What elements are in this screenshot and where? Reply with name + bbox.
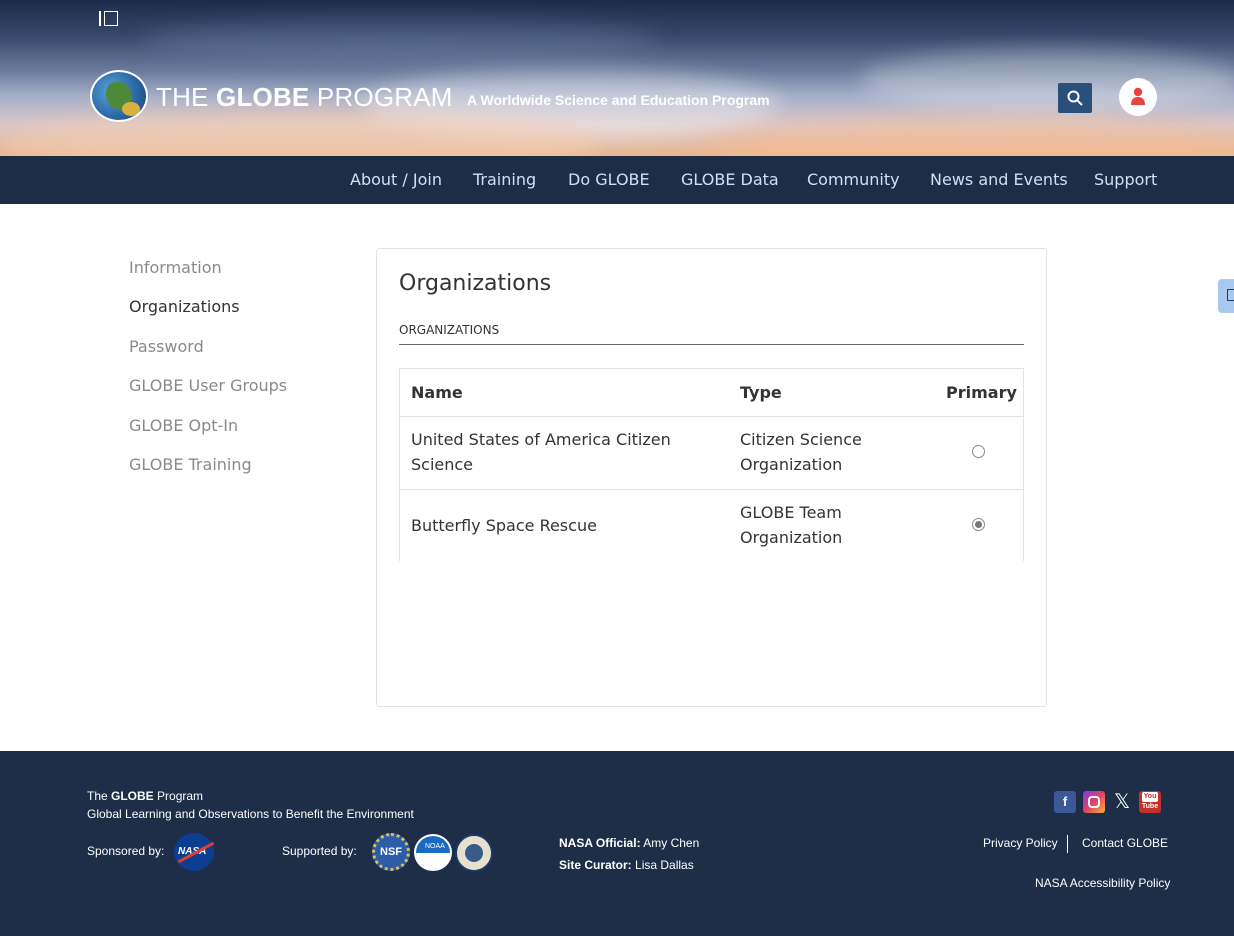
sidebar-item-opt-in[interactable]: GLOBE Opt-In bbox=[129, 416, 238, 435]
nav-about-join[interactable]: About / Join bbox=[350, 170, 442, 189]
nasa-accessibility-link[interactable]: NASA Accessibility Policy bbox=[1035, 876, 1170, 890]
search-icon bbox=[1067, 90, 1083, 106]
nav-news-events[interactable]: News and Events bbox=[930, 170, 1068, 189]
footer-link-separator bbox=[1067, 835, 1068, 853]
sidebar-item-organizations[interactable]: Organizations bbox=[129, 297, 240, 316]
table-row: United States of America Citizen Science … bbox=[400, 417, 1023, 490]
header-banner: THE GLOBE PROGRAM A Worldwide Science an… bbox=[0, 0, 1234, 156]
section-label: ORGANIZATIONS bbox=[399, 323, 500, 337]
feedback-tab[interactable] bbox=[1218, 279, 1234, 313]
contact-globe-link[interactable]: Contact GLOBE bbox=[1082, 836, 1168, 850]
supported-label: Supported by: bbox=[282, 844, 357, 858]
privacy-policy-link[interactable]: Privacy Policy bbox=[983, 836, 1058, 850]
state-department-seal[interactable] bbox=[455, 834, 493, 872]
org-name: Butterfly Space Rescue bbox=[411, 516, 597, 535]
user-account-button[interactable] bbox=[1119, 78, 1157, 116]
facebook-icon[interactable]: f bbox=[1054, 791, 1076, 813]
nav-do-globe[interactable]: Do GLOBE bbox=[568, 170, 650, 189]
column-header-type: Type bbox=[740, 383, 782, 402]
nav-training[interactable]: Training bbox=[473, 170, 536, 189]
site-curator: Site Curator: Lisa Dallas bbox=[559, 858, 694, 872]
org-type: GLOBE Team Organization bbox=[740, 503, 843, 547]
noaa-logo[interactable]: NOAA bbox=[414, 834, 452, 871]
globe-logo[interactable] bbox=[90, 70, 148, 122]
primary-radio[interactable] bbox=[972, 445, 985, 458]
table-row: Butterfly Space Rescue GLOBE Team Organiz… bbox=[400, 490, 1023, 561]
table-header-row: Name Type Primary bbox=[400, 369, 1023, 417]
tagline: A Worldwide Science and Education Progra… bbox=[467, 92, 770, 108]
primary-radio-selected[interactable] bbox=[972, 518, 985, 531]
column-header-primary: Primary bbox=[946, 383, 1017, 402]
nasa-official: NASA Official: Amy Chen bbox=[559, 836, 700, 850]
instagram-icon[interactable] bbox=[1083, 791, 1105, 813]
sidebar-item-information[interactable]: Information bbox=[129, 258, 222, 277]
column-header-name: Name bbox=[411, 383, 463, 402]
skip-link-icon[interactable] bbox=[99, 10, 119, 28]
sidebar-item-user-groups[interactable]: GLOBE User Groups bbox=[129, 376, 287, 395]
x-icon[interactable]: 𝕏 bbox=[1111, 791, 1133, 813]
footer-program-name: The GLOBE Program bbox=[87, 789, 204, 803]
nasa-logo[interactable]: NASA bbox=[174, 833, 215, 871]
page-title: Organizations bbox=[399, 271, 552, 296]
main-nav: About / Join Training Do GLOBE GLOBE Dat… bbox=[0, 156, 1234, 204]
sidebar-item-training[interactable]: GLOBE Training bbox=[129, 455, 252, 474]
org-type: Citizen Science Organization bbox=[740, 430, 862, 474]
brand-title[interactable]: THE GLOBE PROGRAM bbox=[156, 82, 453, 113]
nav-globe-data[interactable]: GLOBE Data bbox=[681, 170, 779, 189]
user-icon bbox=[1131, 87, 1145, 105]
site-footer: The GLOBE Program Global Learning and Ob… bbox=[0, 751, 1234, 936]
footer-subtitle: Global Learning and Observations to Bene… bbox=[87, 807, 414, 821]
section-divider bbox=[399, 344, 1024, 345]
organizations-table: Name Type Primary United States of Ameri… bbox=[399, 368, 1024, 561]
organizations-panel: Organizations ORGANIZATIONS Name Type Pr… bbox=[376, 248, 1047, 707]
nsf-logo[interactable]: NSF bbox=[372, 833, 410, 871]
nav-community[interactable]: Community bbox=[807, 170, 900, 189]
nav-support[interactable]: Support bbox=[1094, 170, 1157, 189]
org-name: United States of America Citizen Science bbox=[411, 430, 671, 474]
sidebar-item-password[interactable]: Password bbox=[129, 337, 204, 356]
sponsored-label: Sponsored by: bbox=[87, 844, 165, 858]
youtube-icon[interactable]: You Tube bbox=[1139, 791, 1161, 813]
search-button[interactable] bbox=[1058, 83, 1092, 113]
